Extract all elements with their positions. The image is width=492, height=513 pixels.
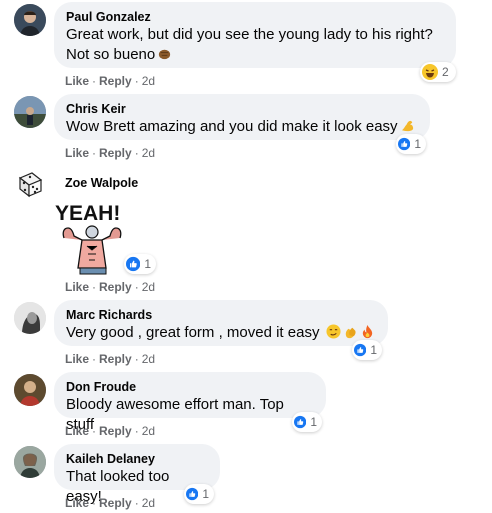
reply-link[interactable]: Reply	[99, 496, 132, 510]
like-icon	[294, 414, 306, 430]
reaction-count: 1	[370, 343, 377, 357]
avatar[interactable]	[14, 96, 46, 128]
reaction-summary[interactable]: 2	[420, 62, 456, 82]
avatar[interactable]	[14, 168, 46, 200]
comment-actions: Like · Reply · 2d	[65, 74, 156, 88]
comment-author[interactable]: Chris Keir	[66, 101, 418, 117]
like-icon	[126, 256, 140, 272]
reaction-count: 1	[414, 137, 421, 151]
comment-author[interactable]: Marc Richards	[66, 307, 376, 323]
avatar[interactable]	[14, 4, 46, 36]
comment-bubble: Marc Richards Very good , great form , m…	[54, 300, 388, 346]
comment-author[interactable]: Paul Gonzalez	[66, 9, 444, 25]
comment-author[interactable]: Zoe Walpole	[65, 175, 138, 191]
comment-bubble: Don Froude Bloody awesome effort man. To…	[54, 372, 326, 433]
like-link[interactable]: Like	[65, 280, 89, 294]
avatar[interactable]	[14, 446, 46, 478]
comment-text: Great work, but did you see the young la…	[66, 26, 433, 63]
fist-bump-icon	[159, 49, 171, 60]
reaction-count: 1	[310, 415, 317, 429]
comment-time[interactable]: 2d	[142, 496, 155, 510]
comment-bubble: Chris Keir Wow Brett amazing and you did…	[54, 94, 430, 140]
comment-text: Very good , great form , moved it easy	[66, 324, 320, 341]
comment-time[interactable]: 2d	[142, 74, 155, 88]
like-link[interactable]: Like	[65, 74, 89, 88]
reaction-count: 1	[202, 487, 209, 501]
reaction-count: 1	[144, 257, 151, 271]
reply-link[interactable]: Reply	[99, 352, 132, 366]
sticker-text: YEAH!	[55, 202, 120, 225]
comment-author[interactable]: Kaileh Delaney	[66, 451, 208, 467]
reaction-summary[interactable]: 1	[292, 412, 322, 432]
comment-actions: Like · Reply · 2d	[65, 424, 156, 438]
like-link[interactable]: Like	[65, 146, 89, 160]
like-link[interactable]: Like	[65, 424, 89, 438]
reply-link[interactable]: Reply	[99, 74, 132, 88]
comment-actions: Like · Reply · 2d	[65, 146, 156, 160]
like-icon	[186, 486, 198, 502]
reply-link[interactable]: Reply	[99, 424, 132, 438]
smirk-face-icon	[326, 324, 341, 339]
haha-icon	[422, 64, 438, 80]
reaction-summary[interactable]: 1	[184, 484, 214, 504]
comment-time[interactable]: 2d	[142, 146, 155, 160]
clapping-hands-icon	[345, 327, 356, 339]
comment-bubble: Paul Gonzalez Great work, but did you se…	[54, 2, 456, 68]
comment-time[interactable]: 2d	[142, 352, 155, 366]
reply-link[interactable]: Reply	[99, 280, 132, 294]
comment-actions: Like · Reply · 2d	[65, 352, 156, 366]
reaction-summary[interactable]: 1	[352, 340, 382, 360]
avatar[interactable]	[14, 302, 46, 334]
comment-text: Wow Brett amazing and you did make it lo…	[66, 118, 398, 135]
reaction-count: 2	[442, 65, 449, 79]
flexed-biceps-icon	[401, 120, 413, 132]
like-icon	[398, 136, 410, 152]
comment-actions: Like · Reply · 2d	[65, 280, 156, 294]
sticker: YEAH!	[54, 198, 134, 278]
like-icon	[354, 342, 366, 358]
like-link[interactable]: Like	[65, 352, 89, 366]
reply-link[interactable]: Reply	[99, 146, 132, 160]
avatar[interactable]	[14, 374, 46, 406]
reaction-summary[interactable]: 1	[124, 254, 156, 274]
comment-author[interactable]: Don Froude	[66, 379, 314, 395]
reaction-summary[interactable]: 1	[396, 134, 426, 154]
fire-icon	[362, 324, 372, 339]
comment-actions: Like · Reply · 2d	[65, 496, 156, 510]
comment-time[interactable]: 2d	[142, 280, 155, 294]
like-link[interactable]: Like	[65, 496, 89, 510]
comment-time[interactable]: 2d	[142, 424, 155, 438]
